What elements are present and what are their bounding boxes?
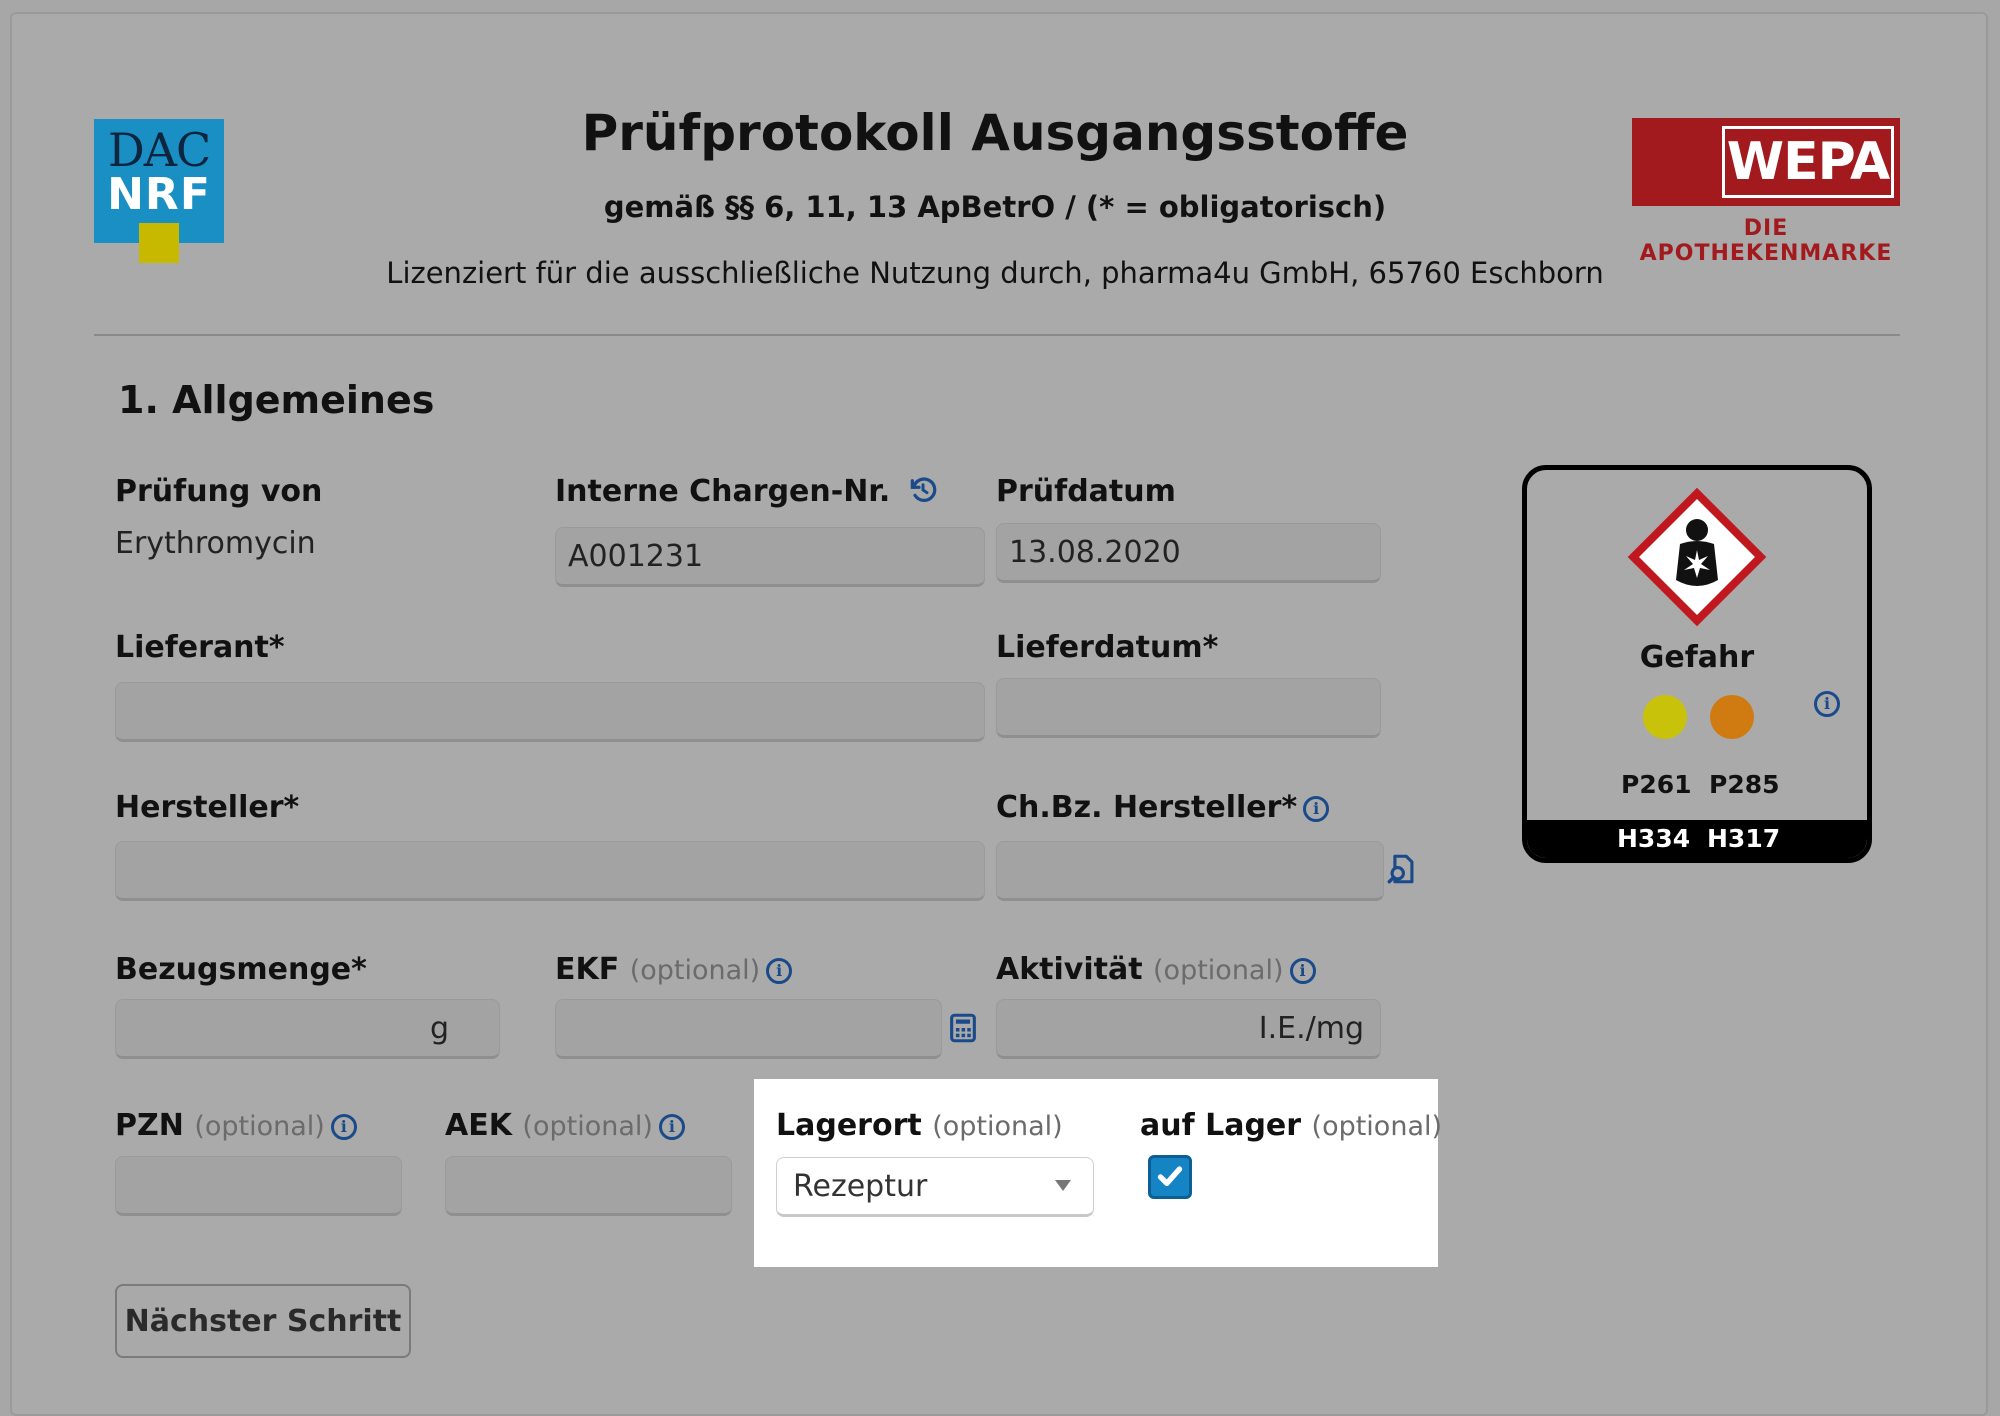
aktivitaet-unit: I.E./mg xyxy=(1258,1010,1364,1046)
lieferant-label: Lieferant* xyxy=(115,630,285,665)
aktivitaet-label: Aktivität (optional) i xyxy=(996,952,1316,987)
pictogram-dot-orange xyxy=(1710,695,1754,739)
pruefdatum-label: Prüfdatum xyxy=(996,474,1176,509)
info-icon[interactable]: i xyxy=(658,1113,685,1140)
aktivitaet-optional-text: (optional) xyxy=(1153,955,1284,986)
p-code: P261 xyxy=(1621,770,1692,799)
lagerort-optional-text: (optional) xyxy=(932,1111,1063,1142)
pzn-optional-text: (optional) xyxy=(194,1111,325,1142)
license-text: Lizenziert für die ausschließliche Nutzu… xyxy=(386,256,1604,290)
aek-input[interactable] xyxy=(445,1156,732,1216)
lagerort-label-text: Lagerort xyxy=(776,1108,922,1143)
h-code: H317 xyxy=(1707,824,1781,853)
auf-lager-label: auf Lager (optional) xyxy=(1140,1108,1442,1143)
lieferant-input[interactable] xyxy=(115,682,985,742)
history-icon[interactable] xyxy=(907,474,939,506)
bezugsmenge-unit: g xyxy=(429,1010,449,1046)
pzn-label: PZN (optional) i xyxy=(115,1108,357,1143)
chargen-nr-input[interactable]: A001231 xyxy=(555,527,985,587)
hersteller-input[interactable] xyxy=(115,841,985,901)
calculator-icon[interactable] xyxy=(946,1011,980,1045)
ekf-input[interactable] xyxy=(555,999,942,1059)
pzn-input[interactable] xyxy=(115,1156,402,1216)
info-icon[interactable]: i xyxy=(1289,957,1316,984)
h-code: H334 xyxy=(1617,824,1691,853)
pruefung-von-label: Prüfung von xyxy=(115,474,323,509)
nrf-logo-text: NRF xyxy=(107,169,211,220)
pruefung-von-value: Erythromycin xyxy=(115,526,316,561)
dac-nrf-logo: DAC NRF xyxy=(94,119,224,263)
aktivitaet-label-text: Aktivität xyxy=(996,952,1143,987)
header-divider xyxy=(94,334,1900,336)
checkmark-icon xyxy=(1157,1166,1183,1187)
lieferdatum-label: Lieferdatum* xyxy=(996,630,1219,665)
aek-label-text: AEK xyxy=(445,1108,512,1143)
chbz-hersteller-label-text: Ch.Bz. Hersteller* xyxy=(996,790,1298,825)
page-title: Prüfprotokoll Ausgangsstoffe xyxy=(581,104,1409,162)
dac-logo-square xyxy=(139,223,179,263)
wepa-logo: WEPA xyxy=(1632,118,1900,206)
hersteller-label: Hersteller* xyxy=(115,790,300,825)
pzn-label-text: PZN xyxy=(115,1108,184,1143)
document-search-icon[interactable] xyxy=(1385,852,1419,886)
p-code: P285 xyxy=(1709,770,1780,799)
lieferdatum-input[interactable] xyxy=(996,678,1381,738)
info-icon[interactable]: i xyxy=(1303,795,1330,822)
ekf-optional-text: (optional) xyxy=(629,955,761,986)
auf-lager-optional-text: (optional) xyxy=(1311,1111,1443,1142)
ekf-label-text: EKF xyxy=(555,952,620,987)
lagerort-selected-value: Rezeptur xyxy=(793,1168,928,1204)
lagerort-label: Lagerort (optional) xyxy=(776,1108,1063,1143)
aek-label: AEK (optional) i xyxy=(445,1108,685,1143)
auf-lager-label-text: auf Lager xyxy=(1140,1108,1302,1143)
chargen-nr-label: Interne Chargen-Nr. xyxy=(555,474,939,509)
health-hazard-icon xyxy=(1627,487,1767,627)
section-title: 1. Allgemeines xyxy=(118,378,435,422)
wepa-tagline: DIE APOTHEKENMARKE xyxy=(1639,216,1893,266)
aek-optional-text: (optional) xyxy=(522,1111,653,1142)
pictogram-dot-yellow xyxy=(1643,695,1687,739)
chargen-nr-label-text: Interne Chargen-Nr. xyxy=(555,474,891,509)
ekf-label: EKF (optional) i xyxy=(555,952,793,987)
auf-lager-checkbox[interactable] xyxy=(1148,1155,1192,1199)
page-subtitle: gemäß §§ 6, 11, 13 ApBetrO / (* = obliga… xyxy=(603,190,1387,224)
signal-word: Gefahr xyxy=(1639,640,1755,675)
chbz-hersteller-input[interactable] xyxy=(996,841,1384,901)
next-step-button[interactable]: Nächster Schritt xyxy=(115,1284,411,1358)
hazard-card-footer xyxy=(1527,820,1867,858)
info-icon[interactable]: i xyxy=(766,957,793,984)
info-icon[interactable]: i xyxy=(330,1113,357,1140)
bezugsmenge-input[interactable]: g xyxy=(115,999,500,1059)
wepa-logo-text: WEPA xyxy=(1722,126,1894,198)
bezugsmenge-label: Bezugsmenge* xyxy=(115,952,367,987)
chevron-down-icon xyxy=(1055,1180,1071,1191)
lagerort-select[interactable]: Rezeptur xyxy=(776,1157,1094,1217)
pruefdatum-input[interactable]: 13.08.2020 xyxy=(996,523,1381,583)
aktivitaet-input[interactable]: I.E./mg xyxy=(996,999,1381,1059)
chbz-hersteller-label: Ch.Bz. Hersteller* i xyxy=(996,790,1330,825)
info-icon[interactable]: i xyxy=(1814,691,1840,717)
